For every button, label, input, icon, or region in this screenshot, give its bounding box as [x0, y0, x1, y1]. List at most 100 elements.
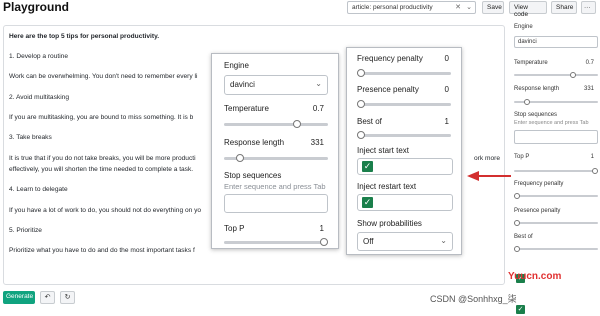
- zoom-stop-sequences-hint: Enter sequence and press Tab: [224, 182, 326, 191]
- response-length-slider[interactable]: [514, 99, 598, 105]
- zoom-stop-sequences-label: Stop sequences: [224, 171, 282, 180]
- editor-line: 3. Take breaks: [9, 134, 52, 141]
- zoom-inject-start-label: Inject start text: [357, 146, 410, 155]
- top-p-label: Top P: [514, 154, 530, 160]
- stop-sequences-input[interactable]: [514, 130, 598, 144]
- engine-select[interactable]: davinci: [514, 36, 598, 48]
- chevron-down-icon: ⌄: [315, 79, 322, 88]
- zoom-presence-penalty-slider-handle[interactable]: [357, 100, 365, 108]
- editor-line: effectively, you will shorten the time n…: [9, 166, 194, 173]
- clear-icon[interactable]: ✕: [455, 3, 461, 11]
- editor-line: Here are the top 5 tips for personal pro…: [9, 33, 160, 40]
- save-button[interactable]: Save: [482, 1, 504, 14]
- zoom-inject-restart-checkbox-icon[interactable]: ✓: [362, 197, 373, 208]
- response-length-label: Response length: [514, 86, 560, 92]
- zoom-frequency-penalty-label: Frequency penalty: [357, 54, 423, 63]
- best-of-slider[interactable]: [514, 246, 598, 252]
- zoom-top-p-slider-handle[interactable]: [320, 238, 328, 246]
- zoom-panel-right: Frequency penalty 0 Presence penalty 0 B…: [346, 47, 462, 255]
- best-of-label: Best of: [514, 234, 533, 240]
- more-options-button[interactable]: ···: [581, 1, 596, 14]
- zoom-show-probabilities-select[interactable]: Off ⌄: [357, 232, 453, 251]
- watermark-csdn: CSDN @Sonhhxg_柒: [430, 294, 517, 304]
- presence-penalty-label: Presence penalty: [514, 208, 561, 214]
- top-p-slider[interactable]: [514, 168, 598, 174]
- engine-select-value: davinci: [518, 39, 537, 45]
- editor-line: 4. Learn to delegate: [9, 186, 68, 193]
- temperature-label: Temperature: [514, 60, 548, 66]
- zoom-best-of-slider-handle[interactable]: [357, 131, 365, 139]
- share-button[interactable]: Share: [551, 1, 577, 14]
- zoom-show-probabilities-label: Show probabilities: [357, 219, 422, 228]
- temperature-slider[interactable]: [514, 72, 598, 78]
- regenerate-icon[interactable]: ↻: [60, 291, 75, 304]
- top-p-slider-handle[interactable]: [592, 168, 598, 174]
- response-length-slider-handle[interactable]: [523, 99, 530, 105]
- temperature-slider-handle[interactable]: [569, 72, 576, 78]
- engine-label: Engine: [514, 24, 533, 30]
- preset-value: article: personal productivity: [352, 4, 433, 11]
- stop-sequences-hint: Enter sequence and press Tab: [514, 120, 589, 126]
- editor-line: If you have a lot of work to do, you sho…: [9, 207, 202, 214]
- zoom-response-length-value: 331: [310, 138, 324, 147]
- zoom-temperature-value: 0.7: [312, 104, 324, 113]
- editor-overflow-text: ork more: [474, 155, 501, 162]
- response-length-value: 331: [583, 86, 594, 92]
- zoom-presence-penalty-slider[interactable]: [357, 100, 451, 108]
- temperature-value: 0.7: [585, 60, 594, 66]
- zoom-panel-left: Engine davinci ⌄ Temperature 0.7 Respons…: [211, 53, 339, 249]
- zoom-frequency-penalty-slider[interactable]: [357, 69, 451, 77]
- generate-button[interactable]: Generate: [3, 291, 35, 304]
- frequency-penalty-slider[interactable]: [514, 193, 598, 199]
- zoom-inject-start-checkbox-icon[interactable]: ✓: [362, 161, 373, 172]
- zoom-inject-restart-label: Inject restart text: [357, 182, 417, 191]
- editor-line: Prioritize what you have to do and do th…: [9, 247, 195, 254]
- zoom-top-p-label: Top P: [224, 224, 245, 233]
- stop-sequences-label: Stop sequences: [514, 112, 558, 118]
- zoom-engine-value: davinci: [230, 80, 255, 89]
- zoom-frequency-penalty-value: 0: [444, 54, 449, 63]
- frequency-penalty-label: Frequency penalty: [514, 181, 564, 187]
- presence-penalty-slider[interactable]: [514, 220, 598, 226]
- zoom-best-of-label: Best of: [357, 117, 382, 126]
- zoom-response-length-slider[interactable]: [224, 154, 328, 162]
- zoom-show-probabilities-value: Off: [363, 237, 374, 246]
- zoom-inject-start-input[interactable]: ✓: [357, 158, 453, 175]
- editor-line: Work can be overwhelming. You don't need…: [9, 73, 198, 80]
- zoom-top-p-slider[interactable]: [224, 238, 328, 246]
- zoom-best-of-slider[interactable]: [357, 131, 451, 139]
- inject-restart-checkbox-icon[interactable]: ✓: [516, 305, 525, 314]
- top-bar: Playground article: personal productivit…: [0, 0, 600, 18]
- zoom-engine-select[interactable]: davinci ⌄: [224, 75, 328, 95]
- chevron-down-icon: ⌄: [466, 4, 472, 11]
- zoom-stop-sequences-input[interactable]: [224, 194, 328, 213]
- view-code-button[interactable]: View code: [509, 1, 547, 18]
- presence-penalty-slider-handle[interactable]: [514, 220, 520, 226]
- zoom-temperature-label: Temperature: [224, 104, 269, 113]
- editor-line: 2. Avoid multitasking: [9, 94, 69, 101]
- zoom-best-of-value: 1: [444, 117, 449, 126]
- zoom-presence-penalty-value: 0: [444, 85, 449, 94]
- zoom-response-length-label: Response length: [224, 138, 285, 147]
- zoom-engine-label: Engine: [224, 61, 249, 70]
- preset-select[interactable]: article: personal productivity ✕ ⌄: [347, 1, 476, 14]
- zoom-inject-restart-input[interactable]: ✓: [357, 194, 453, 211]
- page-title: Playground: [3, 0, 70, 14]
- annotation-arrow-icon: [467, 171, 511, 181]
- chevron-down-icon: ⌄: [440, 236, 447, 245]
- top-p-value: 1: [590, 154, 594, 160]
- undo-icon[interactable]: ↶: [40, 291, 55, 304]
- watermark-site: Yuucn.com: [508, 271, 562, 282]
- zoom-presence-penalty-label: Presence penalty: [357, 85, 419, 94]
- zoom-temperature-slider-handle[interactable]: [292, 120, 301, 128]
- editor-line: It is true that if you do not take break…: [9, 155, 196, 162]
- editor-line: 5. Prioritize: [9, 227, 42, 234]
- zoom-frequency-penalty-slider-handle[interactable]: [357, 69, 365, 77]
- editor-line: If you are multitasking, you are bound t…: [9, 114, 194, 121]
- best-of-slider-handle[interactable]: [514, 246, 520, 252]
- editor-line: 1. Develop a routine: [9, 53, 69, 60]
- frequency-penalty-slider-handle[interactable]: [514, 193, 520, 199]
- zoom-top-p-value: 1: [319, 224, 324, 233]
- zoom-response-length-slider-handle[interactable]: [235, 154, 244, 162]
- zoom-temperature-slider[interactable]: [224, 120, 328, 128]
